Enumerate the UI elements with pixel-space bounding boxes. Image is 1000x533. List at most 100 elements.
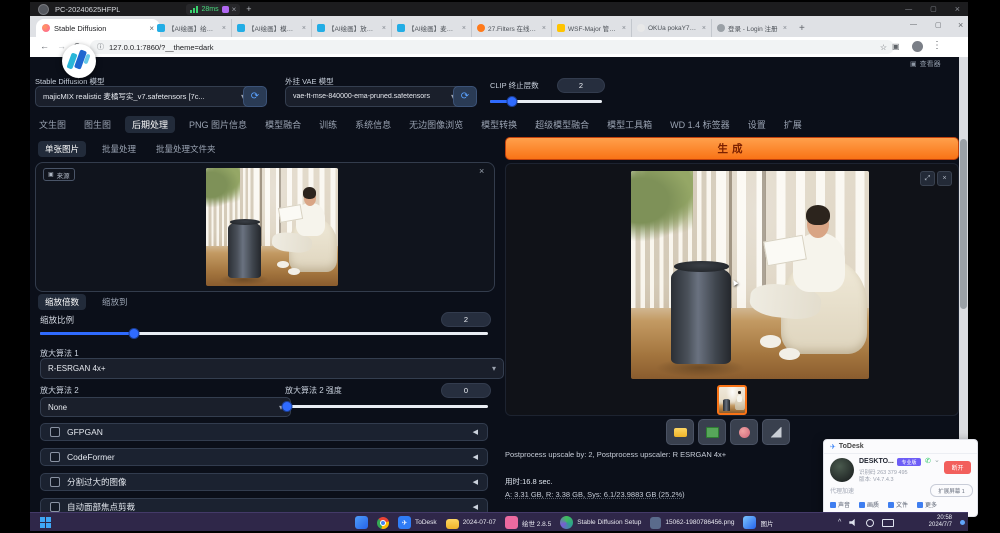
upscaler1-dropdown[interactable]: R-ESRGAN 4x+ ▾ xyxy=(40,358,504,379)
checkbox[interactable] xyxy=(50,502,60,512)
tab-close-icon[interactable]: × xyxy=(622,25,626,32)
network-icon[interactable] xyxy=(866,519,874,527)
tab-supermerge[interactable]: 超级模型融合 xyxy=(531,116,593,133)
quality-tool[interactable]: 画质 xyxy=(859,500,879,509)
checkbox[interactable] xyxy=(50,452,60,462)
save-image-button[interactable] xyxy=(698,419,726,445)
collapse-arrow-icon[interactable]: ◀ xyxy=(473,453,478,461)
session-close-icon[interactable]: × xyxy=(232,5,237,14)
upscaler2-strength-value[interactable]: 0 xyxy=(441,383,491,398)
browser-close-button[interactable]: × xyxy=(958,20,963,30)
slider-handle[interactable] xyxy=(508,97,517,106)
tab-merge[interactable]: 模型融合 xyxy=(261,116,305,133)
taskbar-item-png[interactable]: 15062-1980786456.png xyxy=(650,517,734,529)
sound-tool[interactable]: 声音 xyxy=(830,500,850,509)
clear-source-icon[interactable]: × xyxy=(479,166,484,176)
quality-badge-icon[interactable] xyxy=(222,6,229,13)
subtab-batch-dir[interactable]: 批量处理文件夹 xyxy=(152,141,220,157)
tab-sysinfo[interactable]: 系统信息 xyxy=(351,116,395,133)
taskbar-item-folder[interactable]: 2024-07-07 xyxy=(446,517,496,529)
slider-handle[interactable] xyxy=(130,329,139,338)
source-image[interactable] xyxy=(206,168,338,286)
viewer-chip[interactable]: ▣ 查看器 xyxy=(910,59,941,69)
tab-image-browser[interactable]: 无边图像浏览 xyxy=(405,116,467,133)
tab-img2img[interactable]: 图生图 xyxy=(80,116,115,133)
tab-close-icon[interactable]: × xyxy=(462,25,466,32)
tab-close-icon[interactable]: × xyxy=(783,25,787,32)
clip-skip-value[interactable]: 2 xyxy=(557,78,605,93)
palette-button[interactable] xyxy=(730,419,758,445)
new-tab-button[interactable]: + xyxy=(799,23,805,34)
window-minimize-button[interactable]: — xyxy=(905,6,912,13)
address-bar[interactable]: ⓘ 127.0.0.1:7860/?__theme=dark ☆ xyxy=(90,40,894,54)
extensions-icon[interactable]: ▣ xyxy=(892,42,900,51)
checkbox[interactable] xyxy=(50,477,60,487)
browser-menu-icon[interactable]: ⋮ xyxy=(932,40,942,51)
accordion-gfpgan[interactable]: GFPGAN ◀ xyxy=(40,423,488,441)
tab-convert[interactable]: 模型转换 xyxy=(477,116,521,133)
tab-toolkit[interactable]: 模型工具箱 xyxy=(603,116,656,133)
collapse-arrow-icon[interactable]: ◀ xyxy=(473,478,478,486)
chrome-icon[interactable] xyxy=(377,517,389,529)
tab-txt2img[interactable]: 文生图 xyxy=(35,116,70,133)
result-image[interactable]: ▲ xyxy=(631,171,869,379)
tab-scale-to[interactable]: 缩放到 xyxy=(98,294,132,310)
volume-icon[interactable] xyxy=(849,519,858,527)
task-view-icon[interactable] xyxy=(355,516,368,529)
tab-settings[interactable]: 设置 xyxy=(744,116,770,133)
tab-train[interactable]: 训练 xyxy=(315,116,341,133)
tray-clock[interactable]: 20:58 2024/7/7 xyxy=(918,515,952,529)
accordion-codeformer[interactable]: CodeFormer ◀ xyxy=(40,448,488,466)
browser-tab[interactable]: 【AI绘画】模型安装教程 × xyxy=(232,19,312,37)
tab-close-icon[interactable]: × xyxy=(542,25,546,32)
generate-button[interactable]: 生成 xyxy=(505,137,959,160)
battery-icon[interactable] xyxy=(882,519,894,527)
browser-tab-active[interactable]: Stable Diffusion × xyxy=(36,19,160,37)
file-tool[interactable]: 文件 xyxy=(888,500,908,509)
clip-skip-slider[interactable] xyxy=(490,97,602,106)
source-dropzone[interactable]: ▣ 来源 × xyxy=(35,162,495,292)
launcher-logo[interactable] xyxy=(62,44,96,78)
browser-tab[interactable]: OKUa pokaY7Studio × xyxy=(632,19,712,37)
window-close-button[interactable]: × xyxy=(955,4,960,14)
bookmark-star-icon[interactable]: ☆ xyxy=(880,43,887,52)
vae-dropdown[interactable]: vae-ft-mse-840000-ema-pruned.safetensors… xyxy=(285,86,463,107)
tray-chevron-icon[interactable]: ^ xyxy=(838,519,841,526)
extend-screen-button[interactable]: 扩展屏幕 1 xyxy=(930,484,973,497)
browser-tab[interactable]: 【AI绘画】绘世整合包安装 × xyxy=(152,19,232,37)
tab-wd14[interactable]: WD 1.4 标签器 xyxy=(666,116,734,133)
site-info-icon[interactable]: ⓘ xyxy=(97,42,104,52)
url-text[interactable]: 127.0.0.1:7860/?__theme=dark xyxy=(109,43,875,52)
taskbar-item-setup[interactable]: Stable Diffusion Setup xyxy=(560,516,641,529)
subtab-single[interactable]: 单张图片 xyxy=(38,141,86,157)
todesk-panel-header[interactable]: ✈ ToDesk xyxy=(824,440,977,454)
taskbar-item-photos[interactable]: 图片 xyxy=(743,516,773,529)
tab-close-icon[interactable]: × xyxy=(382,25,386,32)
disconnect-button[interactable]: 断开 xyxy=(944,461,971,474)
start-button[interactable] xyxy=(40,517,51,528)
vae-refresh-button[interactable]: ⟳ xyxy=(453,86,477,107)
browser-tab[interactable]: 【AI绘画】放大算法对比 × xyxy=(312,19,392,37)
upscaler2-dropdown[interactable]: None ▾ xyxy=(40,397,291,417)
tab-extensions[interactable]: 扩展 xyxy=(780,116,806,133)
call-phone-icon[interactable]: ✆ xyxy=(925,457,931,465)
browser-maximize-button[interactable]: ▢ xyxy=(935,21,942,29)
scale-value[interactable]: 2 xyxy=(441,312,491,327)
open-folder-button[interactable] xyxy=(666,419,694,445)
tab-close-icon[interactable]: × xyxy=(702,25,706,32)
gallery-expand-button[interactable]: ⤢ xyxy=(920,171,935,186)
browser-tab[interactable]: WSF-Major 管理后台 × xyxy=(552,19,632,37)
collapse-arrow-icon[interactable]: ◀ xyxy=(473,503,478,511)
browser-tab[interactable]: 27.Filters 在线工具 × xyxy=(472,19,552,37)
tab-close-icon[interactable]: × xyxy=(302,25,306,32)
accordion-split-oversized[interactable]: 分割过大的图像 ◀ xyxy=(40,473,488,491)
browser-tab[interactable]: 【AI绘画】麦橘写实模型 × xyxy=(392,19,472,37)
browser-tab[interactable]: 登录 - Login 注册 × xyxy=(712,19,792,37)
subtab-batch[interactable]: 批量处理 xyxy=(98,141,140,157)
taskbar-item-launcher[interactable]: 绘世 2.8.5 xyxy=(505,516,551,529)
upscaler2-strength-slider[interactable] xyxy=(285,402,488,411)
window-maximize-button[interactable]: ▢ xyxy=(930,5,937,13)
browser-minimize-button[interactable]: — xyxy=(910,21,917,28)
tab-extras[interactable]: 后期处理 xyxy=(125,116,175,133)
notification-dot[interactable] xyxy=(960,520,965,525)
